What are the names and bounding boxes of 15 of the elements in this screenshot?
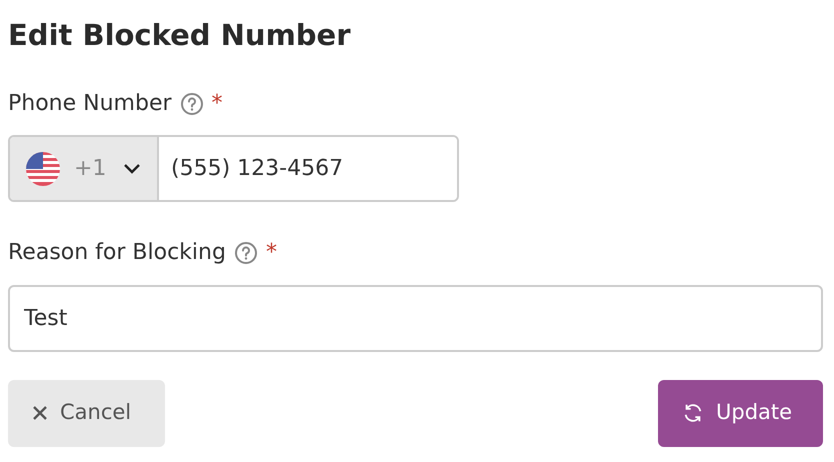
- help-icon[interactable]: [234, 241, 258, 266]
- flag-icon: [26, 152, 60, 186]
- required-mark: *: [266, 240, 277, 267]
- refresh-icon: [682, 402, 704, 424]
- reason-input[interactable]: Test: [8, 284, 823, 352]
- chevron-down-icon: [123, 162, 141, 175]
- field-label: Reason for Blocking: [8, 240, 226, 267]
- required-mark: *: [212, 90, 223, 118]
- phone-field[interactable]: +1 (555) 123-4567: [8, 135, 459, 202]
- field-label: Phone Number: [8, 90, 172, 118]
- close-icon: [32, 405, 48, 422]
- page-title: Edit Blocked Number: [8, 18, 352, 53]
- cancel-button[interactable]: Cancel: [8, 380, 165, 447]
- help-icon[interactable]: [180, 92, 204, 116]
- update-button[interactable]: Update: [658, 380, 823, 447]
